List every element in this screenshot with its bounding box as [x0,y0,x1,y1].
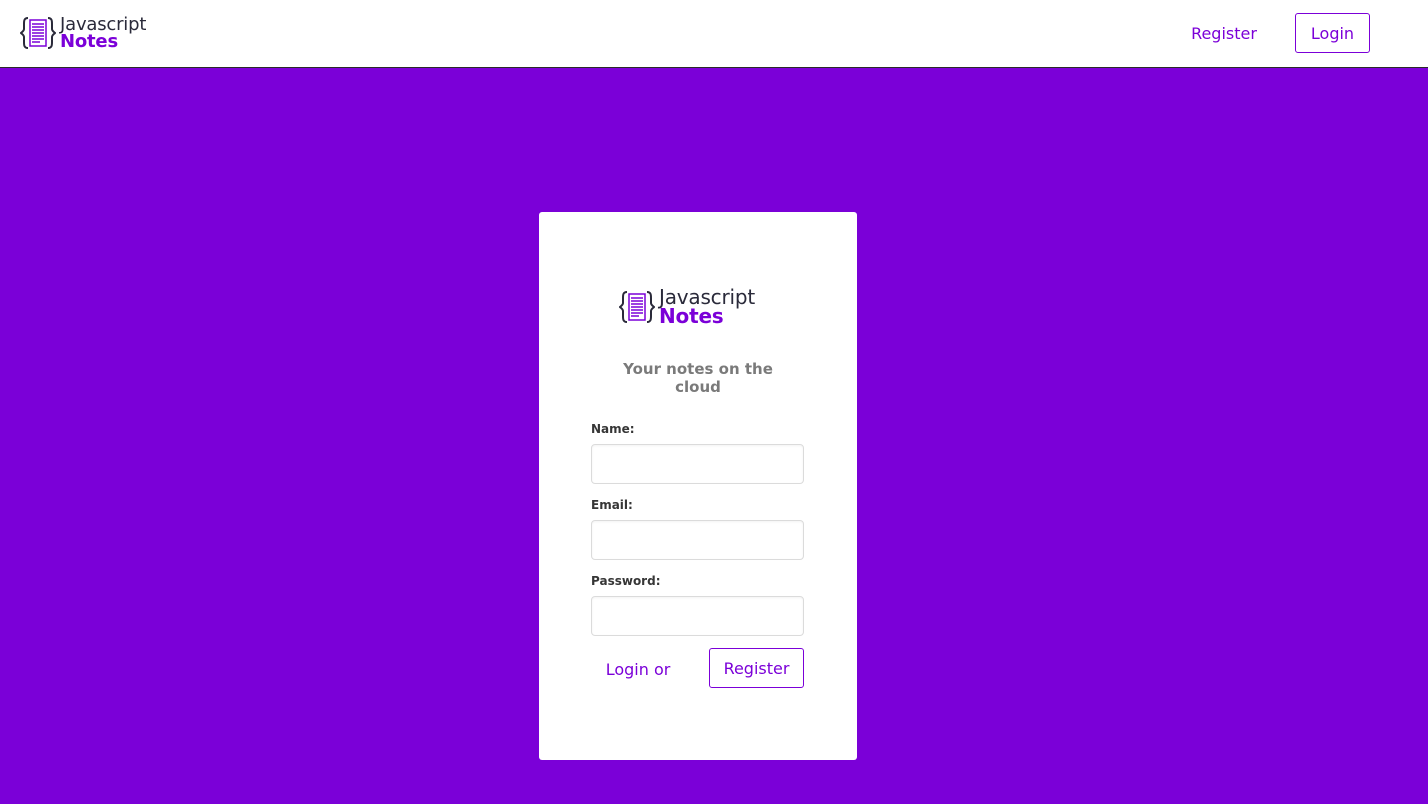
register-card: Javascript Notes Your notes on the cloud… [539,212,857,760]
name-input[interactable] [591,444,804,484]
nav-login-button[interactable]: Login [1295,13,1370,53]
register-button[interactable]: Register [709,648,804,688]
login-link[interactable]: Login or [599,656,677,682]
notes-braces-icon [20,15,56,51]
logo-line-notes: Notes [60,31,118,52]
email-input[interactable] [591,520,804,560]
navbar-brand-logo[interactable]: Javascript Notes [20,14,160,52]
password-label: Password: [591,574,661,588]
password-input[interactable] [591,596,804,636]
name-label: Name: [591,422,635,436]
notes-braces-icon [619,289,655,325]
nav-register-link[interactable]: Register [1180,18,1268,48]
card-subtitle: Your notes on the cloud [623,360,773,396]
email-label: Email: [591,498,633,512]
top-navbar: Javascript Notes Register Login [0,0,1428,68]
logo-line-notes: Notes [659,304,724,328]
card-brand-logo: Javascript Notes [619,287,784,327]
logo-wordmark: Javascript Notes [659,287,755,328]
logo-wordmark: Javascript Notes [60,16,146,52]
